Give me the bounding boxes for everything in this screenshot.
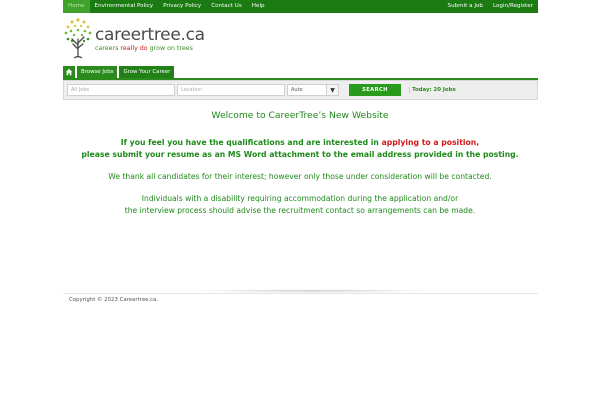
topbar-link-privacy-policy[interactable]: Privacy Policy (158, 0, 206, 13)
topbar-link-contact-us[interactable]: Contact Us (206, 0, 247, 13)
topbar-link-home[interactable]: Home (63, 0, 90, 13)
tree-logo-icon (64, 18, 92, 59)
radius-select[interactable]: Auto ▼ (287, 84, 339, 96)
tab-browse-jobs[interactable]: Browse Jobs (77, 66, 118, 78)
topbar-link-submit-job[interactable]: Submit a Job (443, 0, 488, 13)
chevron-down-icon[interactable]: ▼ (327, 84, 339, 96)
thank-you-note: We thank all candidates for their intere… (108, 172, 492, 181)
home-icon (65, 68, 73, 76)
site-logo[interactable]: careertree.ca careers really do grow on … (63, 17, 538, 61)
topbar-link-login-register[interactable]: Login/Register (488, 0, 538, 13)
page-title: Welcome to CareerTree’s New Website (211, 110, 389, 121)
brand-tagline: careers really do grow on trees (95, 45, 193, 52)
footer-divider (63, 293, 538, 294)
today-jobs-count: Today: 20 Jobs (409, 87, 456, 93)
keyword-search-input[interactable] (67, 84, 175, 96)
topbar-link-help[interactable]: Help (247, 0, 270, 13)
job-search-bar: Auto ▼ SEARCH Today: 20 Jobs (63, 80, 538, 100)
copyright-text: Copyright © 2023 Careertree.ca. (69, 297, 159, 303)
topbar-link-environmental-policy[interactable]: Environmental Policy (90, 0, 159, 13)
radius-select-value: Auto (287, 84, 327, 96)
tab-home[interactable] (63, 66, 75, 78)
apply-highlight: applying to a position, (381, 138, 480, 147)
application-instructions: If you feel you have the qualifications … (81, 138, 519, 159)
main-content: Welcome to CareerTree’s New Website If y… (40, 110, 560, 217)
top-navigation-bar: Home Environmental Policy Privacy Policy… (63, 0, 538, 13)
main-navigation: Browse Jobs Grow Your Career (63, 66, 538, 80)
accessibility-note: Individuals with a disability requiring … (124, 194, 476, 215)
search-button[interactable]: SEARCH (349, 84, 401, 96)
brand-name: careertree.ca (95, 25, 205, 45)
location-input[interactable] (177, 84, 285, 96)
tab-grow-your-career[interactable]: Grow Your Career (119, 66, 175, 78)
